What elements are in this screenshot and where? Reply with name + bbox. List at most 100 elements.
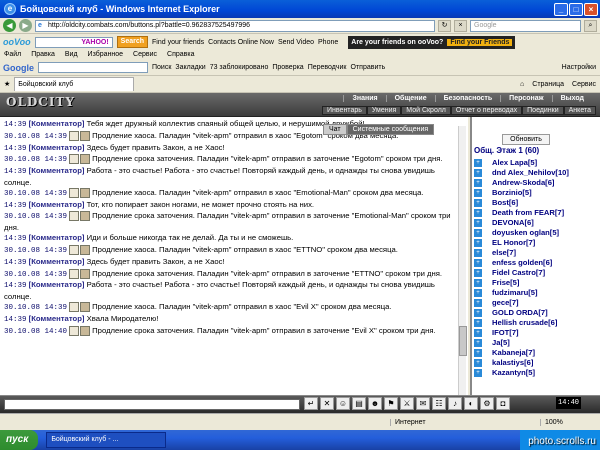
find-friends-link[interactable]: Find your friends: [152, 39, 204, 46]
private-icon[interactable]: +: [474, 289, 482, 297]
menu-knowledge[interactable]: Знания: [343, 95, 385, 102]
menu-battles[interactable]: Поединки: [522, 106, 564, 115]
close-button[interactable]: ×: [584, 2, 598, 16]
bookmarks-button[interactable]: Закладки: [175, 64, 205, 71]
menu-communication[interactable]: Общение: [385, 95, 435, 102]
chat-nick[interactable]: [Комментатор]: [29, 233, 85, 242]
private-icon[interactable]: +: [474, 269, 482, 277]
clear-icon[interactable]: ✕: [320, 397, 334, 410]
user-name[interactable]: enfess golden[6]: [492, 258, 552, 267]
menu-skills[interactable]: Умения: [366, 106, 402, 115]
phone-link[interactable]: Phone: [318, 39, 338, 46]
private-icon[interactable]: +: [474, 349, 482, 357]
private-icon[interactable]: +: [474, 369, 482, 377]
private-icon[interactable]: +: [474, 309, 482, 317]
refresh-icon[interactable]: ↻: [438, 19, 451, 32]
user-name[interactable]: DEVONA[6]: [492, 218, 534, 227]
menu-profile[interactable]: Анкета: [563, 106, 596, 115]
send-video-link[interactable]: Send Video: [278, 39, 314, 46]
user-name[interactable]: IFOT[7]: [492, 328, 519, 337]
user-name[interactable]: Bost[6]: [492, 198, 518, 207]
tab-chat[interactable]: Чат: [323, 124, 347, 135]
menu-view[interactable]: Вид: [65, 50, 78, 60]
hide-icon[interactable]: ◐: [464, 397, 478, 410]
chat-message-input[interactable]: [4, 399, 300, 410]
group-icon[interactable]: ☷: [432, 397, 446, 410]
google-search-input[interactable]: [38, 62, 148, 73]
favorites-star-icon[interactable]: ★: [4, 80, 10, 88]
user-name[interactable]: Ja[5]: [492, 338, 510, 347]
user-name[interactable]: Kabaneja[7]: [492, 348, 535, 357]
user-name[interactable]: EL Honor[7]: [492, 238, 535, 247]
menu-transfer-report[interactable]: Отчет о переводах: [450, 106, 523, 115]
chat-nick[interactable]: [Комментатор]: [29, 166, 85, 175]
private-icon[interactable]: +: [474, 319, 482, 327]
private-icon[interactable]: +: [474, 359, 482, 367]
tab-fight-club[interactable]: Бойцовский клуб: [14, 77, 135, 91]
private-icon[interactable]: +: [474, 189, 482, 197]
user-name[interactable]: Death from FEAR[7]: [492, 208, 564, 217]
menu-security[interactable]: Безопасность: [434, 95, 501, 102]
menu-tools[interactable]: Сервис: [133, 50, 157, 60]
run-icon[interactable]: ⚑: [384, 397, 398, 410]
menu-character[interactable]: Персонаж: [500, 95, 551, 102]
page-menu[interactable]: Страница: [532, 81, 564, 88]
minimize-button[interactable]: _: [554, 2, 568, 16]
private-icon[interactable]: +: [474, 199, 482, 207]
search-button[interactable]: Search: [116, 36, 149, 48]
user-name[interactable]: else[7]: [492, 248, 516, 257]
yahoo-search-input[interactable]: YAHOO!: [34, 36, 113, 48]
user-name[interactable]: gece[7]: [492, 298, 519, 307]
private-icon[interactable]: +: [474, 279, 482, 287]
refresh-button[interactable]: Обновить: [502, 134, 550, 145]
swords-icon[interactable]: ⚔: [400, 397, 414, 410]
chat-nick[interactable]: [Комментатор]: [29, 200, 85, 209]
stop-icon[interactable]: ×: [454, 19, 467, 32]
settings-icon[interactable]: ⚙: [480, 397, 494, 410]
scroll-icon[interactable]: ✉: [416, 397, 430, 410]
user-name[interactable]: Borzinio[5]: [492, 188, 532, 197]
private-icon[interactable]: +: [474, 329, 482, 337]
camera-icon[interactable]: ◘: [496, 397, 510, 410]
maximize-button[interactable]: □: [569, 2, 583, 16]
user-name[interactable]: kalastiys[6]: [492, 358, 533, 367]
private-icon[interactable]: +: [474, 209, 482, 217]
person-icon[interactable]: ☻: [368, 397, 382, 410]
user-name[interactable]: Frise[5]: [492, 278, 519, 287]
menu-edit[interactable]: Правка: [31, 50, 55, 60]
chat-scrollbar[interactable]: [458, 126, 467, 395]
send-button[interactable]: Отправить: [351, 64, 386, 71]
user-name[interactable]: Hellish crusade[6]: [492, 318, 557, 327]
start-button[interactable]: пуск: [0, 430, 39, 450]
back-button[interactable]: ◀: [3, 19, 16, 32]
zoom-level[interactable]: 100%: [540, 418, 600, 426]
private-icon[interactable]: +: [474, 259, 482, 267]
menu-my-scroll[interactable]: Мой Скролл: [401, 106, 451, 115]
search-box[interactable]: Google: [470, 19, 581, 32]
chat-nick[interactable]: [Комментатор]: [29, 280, 85, 289]
user-name[interactable]: Fidel Castro[7]: [492, 268, 545, 277]
private-icon[interactable]: +: [474, 229, 482, 237]
chat-nick[interactable]: [Комментатор]: [29, 257, 85, 266]
user-name[interactable]: Andrew-Skoda[6]: [492, 178, 554, 187]
menu-help[interactable]: Справка: [167, 50, 194, 60]
user-name[interactable]: doyusken oglan[5]: [492, 228, 559, 237]
private-icon[interactable]: +: [474, 219, 482, 227]
smiley-icon[interactable]: ☺: [336, 397, 350, 410]
translate-button[interactable]: Переводчик: [308, 64, 347, 71]
search-icon[interactable]: ⌕: [584, 19, 597, 32]
menu-exit[interactable]: Выход: [551, 95, 592, 102]
chat-nick[interactable]: [Комментатор]: [29, 314, 85, 323]
speaker-icon[interactable]: ♪: [448, 397, 462, 410]
tools-menu[interactable]: Сервис: [572, 81, 596, 88]
spellcheck-button[interactable]: Проверка: [272, 64, 303, 71]
chat-nick[interactable]: [Комментатор]: [29, 143, 85, 152]
filter-icon[interactable]: ▤: [352, 397, 366, 410]
popup-blocked[interactable]: 73 заблокировано: [210, 64, 269, 71]
tab-system-messages[interactable]: Системные сообщения: [346, 124, 435, 135]
menu-file[interactable]: Файл: [4, 50, 21, 60]
menu-inventory[interactable]: Инвентарь: [322, 106, 367, 115]
home-icon[interactable]: ⌂: [520, 81, 524, 88]
private-icon[interactable]: +: [474, 169, 482, 177]
private-icon[interactable]: +: [474, 179, 482, 187]
